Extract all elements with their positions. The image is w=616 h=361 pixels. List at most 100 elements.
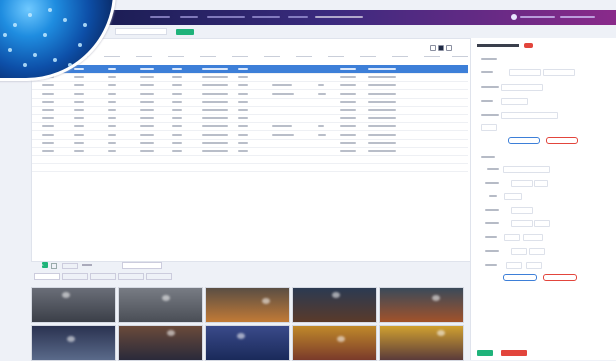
table-cell — [238, 100, 248, 103]
table-header-cell[interactable] — [136, 56, 152, 57]
thumb-4[interactable] — [292, 287, 377, 323]
side-field-9[interactable] — [534, 180, 548, 187]
nav-item-5[interactable] — [288, 16, 308, 18]
side-field-19[interactable] — [526, 262, 542, 269]
search-button[interactable] — [176, 29, 194, 35]
page-size-select[interactable] — [122, 262, 162, 269]
table-cell — [42, 125, 54, 128]
table-cell — [172, 125, 182, 128]
page-jump-input[interactable] — [62, 263, 78, 269]
table-cell — [238, 84, 248, 87]
table-cell — [42, 84, 54, 87]
thumb-6[interactable] — [31, 325, 116, 361]
side-pill-red[interactable] — [546, 137, 578, 144]
side-field-14[interactable] — [504, 234, 520, 241]
table-cell — [172, 150, 182, 152]
file-tab-4[interactable] — [118, 273, 144, 280]
refresh-icon[interactable] — [430, 45, 436, 51]
table-cell — [340, 92, 356, 95]
thumb-5[interactable] — [379, 287, 464, 323]
table-cell — [140, 68, 154, 70]
side-field-18[interactable] — [506, 262, 522, 269]
save-button[interactable] — [477, 350, 493, 356]
table-cell — [74, 100, 84, 103]
side-field-12[interactable] — [511, 220, 533, 227]
thumb-light — [262, 298, 270, 304]
table-cell — [202, 68, 228, 70]
table-cell — [368, 76, 396, 79]
table-header-cell[interactable] — [328, 56, 344, 57]
table-header-cell[interactable] — [424, 56, 440, 57]
file-tab-1[interactable] — [34, 273, 60, 280]
side-field-16[interactable] — [511, 248, 527, 255]
table-cell — [172, 133, 182, 136]
table-cell — [272, 92, 294, 95]
nav-item-1[interactable] — [150, 16, 170, 18]
side-field-8[interactable] — [511, 180, 533, 187]
thumb-10[interactable] — [379, 325, 464, 361]
user-avatar[interactable] — [511, 14, 517, 20]
table-cell — [140, 109, 154, 111]
export-icon[interactable] — [438, 45, 444, 51]
side-field-17[interactable] — [529, 248, 545, 255]
nav-item-2[interactable] — [180, 16, 198, 18]
thumb-2[interactable] — [118, 287, 203, 323]
table-header-cell[interactable] — [264, 56, 280, 57]
table-cell — [172, 84, 182, 87]
page-next-icon[interactable] — [51, 263, 57, 269]
table-header-cell[interactable] — [392, 56, 408, 57]
table-header-cell[interactable] — [452, 56, 468, 57]
table-cell — [140, 92, 154, 95]
table-cell — [172, 76, 182, 79]
side-field-1[interactable] — [509, 69, 541, 76]
side-field-11[interactable] — [511, 207, 533, 214]
side-pill-blue[interactable] — [508, 137, 540, 144]
logo-sparkle — [63, 18, 67, 22]
thumb-3[interactable] — [205, 287, 290, 323]
table-cell — [368, 150, 396, 152]
table-cell — [172, 68, 182, 70]
delete-button[interactable] — [501, 350, 527, 356]
table-cell — [340, 109, 356, 111]
side-field-6[interactable] — [481, 124, 497, 131]
filter-input[interactable] — [115, 28, 167, 35]
side-field-10[interactable] — [504, 193, 522, 200]
thumb-7[interactable] — [118, 325, 203, 361]
side-field-2[interactable] — [543, 69, 575, 76]
side-field-3[interactable] — [501, 84, 543, 91]
table-cell — [340, 84, 356, 87]
logo-sparkle — [48, 8, 52, 12]
side-field-7[interactable] — [503, 166, 550, 173]
thumb-9[interactable] — [292, 325, 377, 361]
side-field-4[interactable] — [501, 98, 528, 105]
table-header-cell[interactable] — [360, 56, 376, 57]
page-button-current[interactable]: 1 — [42, 262, 48, 268]
file-tab-5[interactable] — [146, 273, 172, 280]
status-badge — [524, 43, 533, 48]
thumb-light — [62, 292, 70, 298]
table-header-cell[interactable] — [104, 56, 120, 57]
thumb-8[interactable] — [205, 325, 290, 361]
table-header-cell[interactable] — [200, 56, 216, 57]
nav-item-6[interactable] — [315, 16, 363, 18]
thumb-1[interactable] — [31, 287, 116, 323]
table-cell — [42, 92, 54, 95]
table-header-cell[interactable] — [168, 56, 184, 57]
table-cell — [202, 133, 228, 136]
file-tab-2[interactable] — [62, 273, 88, 280]
nav-item-3[interactable] — [207, 16, 245, 18]
table-cell — [368, 125, 396, 128]
side-field-15[interactable] — [523, 234, 543, 241]
table-header-cell[interactable] — [296, 56, 312, 57]
table-header-cell[interactable] — [232, 56, 248, 57]
side-field-5[interactable] — [501, 112, 558, 119]
header-settings[interactable] — [560, 16, 595, 18]
columns-icon[interactable] — [446, 45, 452, 51]
nav-item-4[interactable] — [252, 16, 280, 18]
side-pill-blue-2[interactable] — [503, 274, 537, 281]
header-user-info[interactable] — [520, 16, 555, 18]
side-pill-red-2[interactable] — [543, 274, 577, 281]
table-row[interactable] — [32, 163, 468, 173]
side-field-13[interactable] — [534, 220, 550, 227]
file-tab-3[interactable] — [90, 273, 116, 280]
